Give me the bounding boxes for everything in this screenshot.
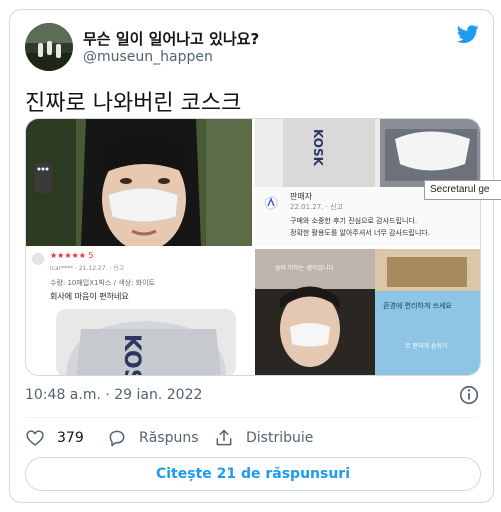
avatar[interactable]	[25, 23, 73, 71]
tweet-header: 무슨 일이 일어나고 있나요? @museun_happen	[25, 23, 481, 71]
tweet-text: 진짜로 나와버린 코스크	[25, 91, 242, 116]
like-count: 379	[57, 430, 84, 446]
review-line-1: 구매와 소중한 후기 진심으로 감사드립니다.	[290, 217, 418, 225]
product-brand-label: KOSK	[119, 334, 144, 376]
share-icon	[216, 429, 232, 446]
user-handle[interactable]: @museun_happen	[83, 49, 213, 65]
rating-stars: ★★★★★ 5	[50, 251, 94, 260]
collage-bubble-2: 환경에 편리하게 쓰세요	[383, 302, 452, 310]
like-button[interactable]: 379	[25, 426, 84, 450]
nose-mask-photo	[26, 119, 252, 246]
tweet-card: 무슨 일이 일어나고 있나요? @museun_happen 진짜로 나와버린 …	[9, 9, 494, 503]
tweet-timestamp[interactable]: 10:48 a.m. · 29 ian. 2022	[25, 387, 202, 403]
twitter-bird-icon[interactable]	[455, 23, 481, 45]
reply-label: Răspuns	[139, 430, 199, 446]
collage-bubble-1: 숨이 막히는 생각입니다	[275, 265, 335, 272]
divider	[25, 417, 478, 418]
info-icon[interactable]	[458, 384, 480, 406]
review-meta: icar**** · 21.12.27. · 신고	[50, 265, 125, 272]
media-photo-customer-review[interactable]: ★★★★★ 5 icar**** · 21.12.27. · 신고 수량: 10…	[26, 249, 252, 376]
tooltip: Secretarul ge	[424, 180, 501, 200]
product-brand-label: KOSK	[311, 129, 325, 166]
reply-button[interactable]: Răspuns	[107, 426, 199, 450]
review-comment: 회사에 마음이 편하네요	[50, 292, 129, 301]
display-name[interactable]: 무슨 일이 일어나고 있나요?	[83, 28, 259, 49]
media-photo-woman-nose-mask[interactable]	[26, 119, 252, 246]
review-line-2: 정확한 활용도를 알아주셔서 너무 감사드립니다.	[290, 229, 430, 237]
share-label: Distribuie	[246, 430, 314, 446]
share-button[interactable]: Distribuie	[214, 426, 313, 450]
reviewer-name: 판매자	[290, 192, 313, 201]
reply-bubble-icon	[109, 430, 125, 447]
review-date: 22.01.27. · 신고	[290, 203, 343, 211]
media-grid[interactable]: KOSK 판매자 22.01.27. · 신고 구매와 소중한 후기 진심으로 …	[25, 118, 481, 376]
read-replies-button[interactable]: Citește 21 de răspunsuri	[25, 457, 481, 491]
heart-icon	[26, 430, 44, 446]
media-photo-collage[interactable]: 숨이 막히는 생각입니다 환경에 편리하게 쓰세요 코 편하게 숨쉬기	[255, 249, 480, 375]
review-option: 수량: 10매입X1박스 / 색상: 화이트	[50, 279, 155, 287]
collage-bubble-3: 코 편하게 숨쉬기	[405, 343, 448, 350]
tweet-actions: 379 Răspuns Distribuie	[25, 426, 478, 450]
